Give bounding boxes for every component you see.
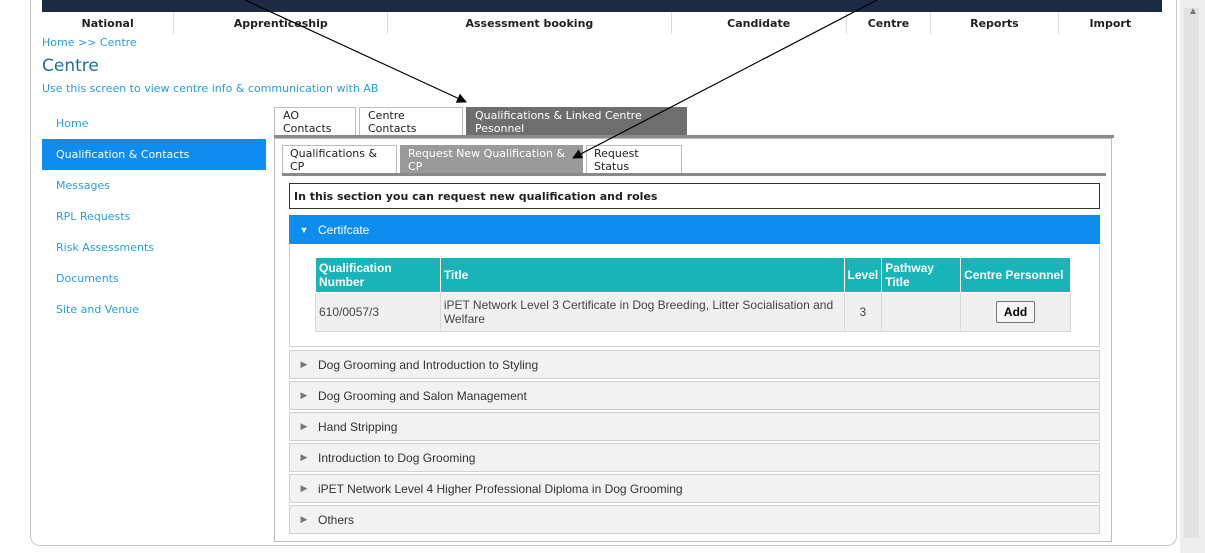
breadcrumb[interactable]: Home >> Centre — [42, 36, 137, 49]
accordion-label: Certifcate — [318, 222, 370, 237]
accordion-label: Introduction to Dog Grooming — [318, 450, 476, 465]
nav-national[interactable]: National — [42, 12, 175, 34]
cell-level: 3 — [843, 292, 883, 332]
left-margin — [0, 0, 32, 553]
accordion-header-dog-grooming-salon[interactable]: ▶ Dog Grooming and Salon Management — [289, 381, 1100, 410]
accordion-header-intro-dog-grooming[interactable]: ▶ Introduction to Dog Grooming — [289, 443, 1100, 472]
scrollbar-thumb[interactable] — [1184, 8, 1199, 538]
caret-down-icon: ▼ — [299, 224, 309, 235]
accordion-header-certificate[interactable]: ▼ Certifcate — [289, 215, 1100, 244]
accordion-header-others[interactable]: ▶ Others — [289, 505, 1100, 534]
page-subtitle: Use this screen to view centre info & co… — [42, 82, 379, 95]
sidebar: Home Qualification & Contacts Messages R… — [42, 108, 266, 325]
main-tabs: AO Contacts Centre Contacts Qualificatio… — [274, 107, 690, 135]
col-level[interactable]: Level — [843, 257, 883, 293]
nav-centre[interactable]: Centre — [847, 12, 932, 34]
top-nav: National Apprenticeship Assessment booki… — [42, 12, 1162, 34]
col-centre-personnel[interactable]: Centre Personnel — [960, 257, 1071, 293]
sidebar-item-risk-assessments[interactable]: Risk Assessments — [42, 232, 266, 263]
accordion-header-hand-stripping[interactable]: ▶ Hand Stripping — [289, 412, 1100, 441]
accordion-header-ipet-level4[interactable]: ▶ iPET Network Level 4 Higher Profession… — [289, 474, 1100, 503]
accordion-label: Others — [318, 512, 355, 527]
table-header-row: Qualification Number Title Level Pathway… — [315, 257, 1071, 293]
cell-centre-personnel: Add — [960, 292, 1071, 332]
accordion-label: iPET Network Level 4 Higher Professional… — [318, 481, 683, 496]
col-qualification-number[interactable]: Qualification Number — [315, 257, 441, 293]
accordion-header-dog-grooming-styling[interactable]: ▶ Dog Grooming and Introduction to Styli… — [289, 350, 1100, 379]
qualification-table: Qualification Number Title Level Pathway… — [315, 257, 1071, 332]
caret-right-icon: ▶ — [300, 514, 308, 524]
accordion-label: Dog Grooming and Introduction to Styling — [318, 357, 539, 372]
tab-centre-contacts[interactable]: Centre Contacts — [359, 107, 463, 135]
sidebar-item-site-venue[interactable]: Site and Venue — [42, 294, 266, 325]
sidebar-item-rpl-requests[interactable]: RPL Requests — [42, 201, 266, 232]
cell-qualification-number: 610/0057/3 — [315, 292, 441, 332]
add-button[interactable]: Add — [995, 301, 1036, 323]
sidebar-item-documents[interactable]: Documents — [42, 263, 266, 294]
subtab-qualifications-cp[interactable]: Qualifications & CP — [282, 145, 397, 173]
nav-candidate[interactable]: Candidate — [672, 12, 847, 34]
page-title: Centre — [42, 56, 99, 76]
sub-tabs: Qualifications & CP Request New Qualific… — [282, 145, 685, 173]
caret-right-icon: ▶ — [300, 390, 308, 400]
nav-import[interactable]: Import — [1059, 12, 1162, 34]
scroll-up-icon[interactable]: ▲ — [1188, 6, 1198, 17]
sidebar-item-messages[interactable]: Messages — [42, 170, 266, 201]
subtab-divider — [282, 173, 1106, 176]
table-row: 610/0057/3 iPET Network Level 3 Certific… — [315, 292, 1071, 332]
caret-right-icon: ▶ — [300, 359, 308, 369]
col-title[interactable]: Title — [439, 257, 845, 293]
nav-apprenticeship[interactable]: Apprenticeship — [174, 12, 389, 34]
cell-title: iPET Network Level 3 Certificate in Dog … — [439, 292, 845, 332]
subtab-request-new-qualification[interactable]: Request New Qualification & CP — [400, 145, 583, 173]
accordion-label: Hand Stripping — [318, 419, 398, 434]
header-bar — [42, 0, 1162, 12]
sidebar-item-qualification-contacts[interactable]: Qualification & Contacts — [42, 139, 266, 170]
window-scrollbar[interactable]: ▲ — [1180, 0, 1205, 553]
caret-right-icon: ▶ — [300, 483, 308, 493]
col-pathway-title[interactable]: Pathway Title — [881, 257, 962, 293]
nav-reports[interactable]: Reports — [931, 12, 1059, 34]
tab-qualifications-linked[interactable]: Qualifications & Linked Centre Pesonnel — [466, 107, 687, 135]
subtab-request-status[interactable]: Request Status — [586, 145, 682, 173]
sidebar-item-home[interactable]: Home — [42, 108, 266, 139]
info-message: In this section you can request new qual… — [289, 183, 1100, 209]
cell-pathway-title — [881, 292, 962, 332]
tab-ao-contacts[interactable]: AO Contacts — [274, 107, 356, 135]
caret-right-icon: ▶ — [300, 452, 308, 462]
accordion-label: Dog Grooming and Salon Management — [318, 388, 527, 403]
nav-assessment-booking[interactable]: Assessment booking — [388, 12, 672, 34]
caret-right-icon: ▶ — [300, 421, 308, 431]
